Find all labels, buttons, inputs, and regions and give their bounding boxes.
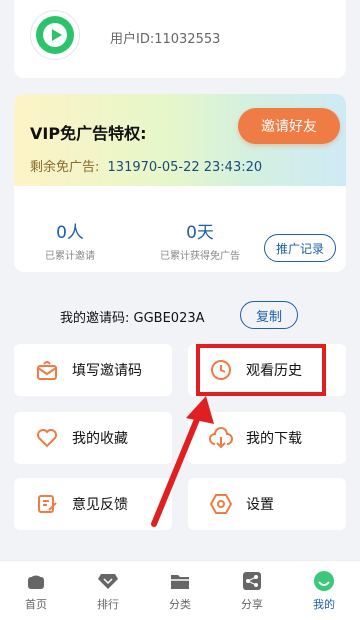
promo-record-button[interactable]: 推广记录 — [264, 234, 336, 262]
invite-friends-button[interactable]: 邀请好友 — [238, 108, 340, 144]
tab-label: 首页 — [25, 597, 47, 611]
vip-card: VIP免广告特权: 邀请好友 剩余免广告: 131970-05-22 23:43… — [14, 94, 346, 272]
menu-label: 设置 — [246, 497, 274, 513]
stat-label: 已累计邀请 — [45, 251, 95, 262]
stat-value: 0人 — [56, 223, 84, 243]
heart-icon — [34, 425, 60, 451]
tab-label: 我的 — [313, 597, 335, 611]
tab-share[interactable]: 分享 — [216, 561, 288, 620]
tab-category[interactable]: 分类 — [144, 561, 216, 620]
tab-ranking[interactable]: 排行 — [72, 561, 144, 620]
share-icon — [241, 570, 263, 592]
diamond-icon — [97, 570, 119, 592]
remaining-value: 131970-05-22 23:43:20 — [107, 160, 263, 175]
cloud-download-icon — [208, 425, 234, 451]
menu-settings[interactable]: 设置 — [188, 478, 346, 530]
menu-downloads[interactable]: 我的下载 — [188, 412, 346, 464]
profile-icon — [313, 570, 335, 592]
tab-label: 分享 — [241, 597, 263, 611]
menu-feedback[interactable]: 意见反馈 — [14, 478, 172, 530]
menu-label: 我的下载 — [246, 431, 302, 447]
invite-code-label: 我的邀请码: GGBE023A — [60, 311, 205, 326]
invite-code-row: 我的邀请码: GGBE023A 复制 — [14, 298, 346, 332]
copy-button[interactable]: 复制 — [240, 301, 298, 329]
play-logo-icon — [36, 16, 74, 54]
folder-icon — [169, 570, 191, 592]
tab-bar: 首页 排行 分类 分享 我的 — [0, 560, 360, 620]
envelope-icon — [34, 357, 60, 383]
clock-icon — [208, 357, 234, 383]
remaining-label: 剩余免广告: — [30, 160, 100, 175]
menu-watch-history[interactable]: 观看历史 — [188, 344, 346, 396]
menu-enter-invite-code[interactable]: 填写邀请码 — [14, 344, 172, 396]
tab-home[interactable]: 首页 — [0, 561, 72, 620]
remaining-row: 剩余免广告: 131970-05-22 23:43:20 — [30, 156, 262, 175]
stat-invited: 0人 已累计邀请 — [30, 218, 110, 262]
hexagon-settings-icon — [208, 491, 234, 517]
edit-icon — [34, 491, 60, 517]
tab-label: 分类 — [169, 597, 191, 611]
menu-label: 我的收藏 — [72, 431, 128, 447]
tab-label: 排行 — [97, 597, 119, 611]
tab-mine[interactable]: 我的 — [288, 561, 360, 620]
avatar[interactable] — [30, 10, 80, 60]
menu-label: 填写邀请码 — [72, 363, 142, 379]
stat-label: 已累计获得免广告 — [160, 251, 240, 262]
profile-card: 用户ID:11032553 — [14, 0, 346, 78]
stat-value: 0天 — [186, 223, 214, 243]
stat-ad-free-days: 0天 已累计获得免广告 — [130, 218, 270, 262]
menu-label: 意见反馈 — [72, 497, 128, 513]
home-icon — [25, 570, 47, 592]
menu-label: 观看历史 — [246, 363, 302, 379]
vip-title: VIP免广告特权: — [30, 124, 147, 143]
user-id: 用户ID:11032553 — [110, 32, 221, 47]
menu-favorites[interactable]: 我的收藏 — [14, 412, 172, 464]
